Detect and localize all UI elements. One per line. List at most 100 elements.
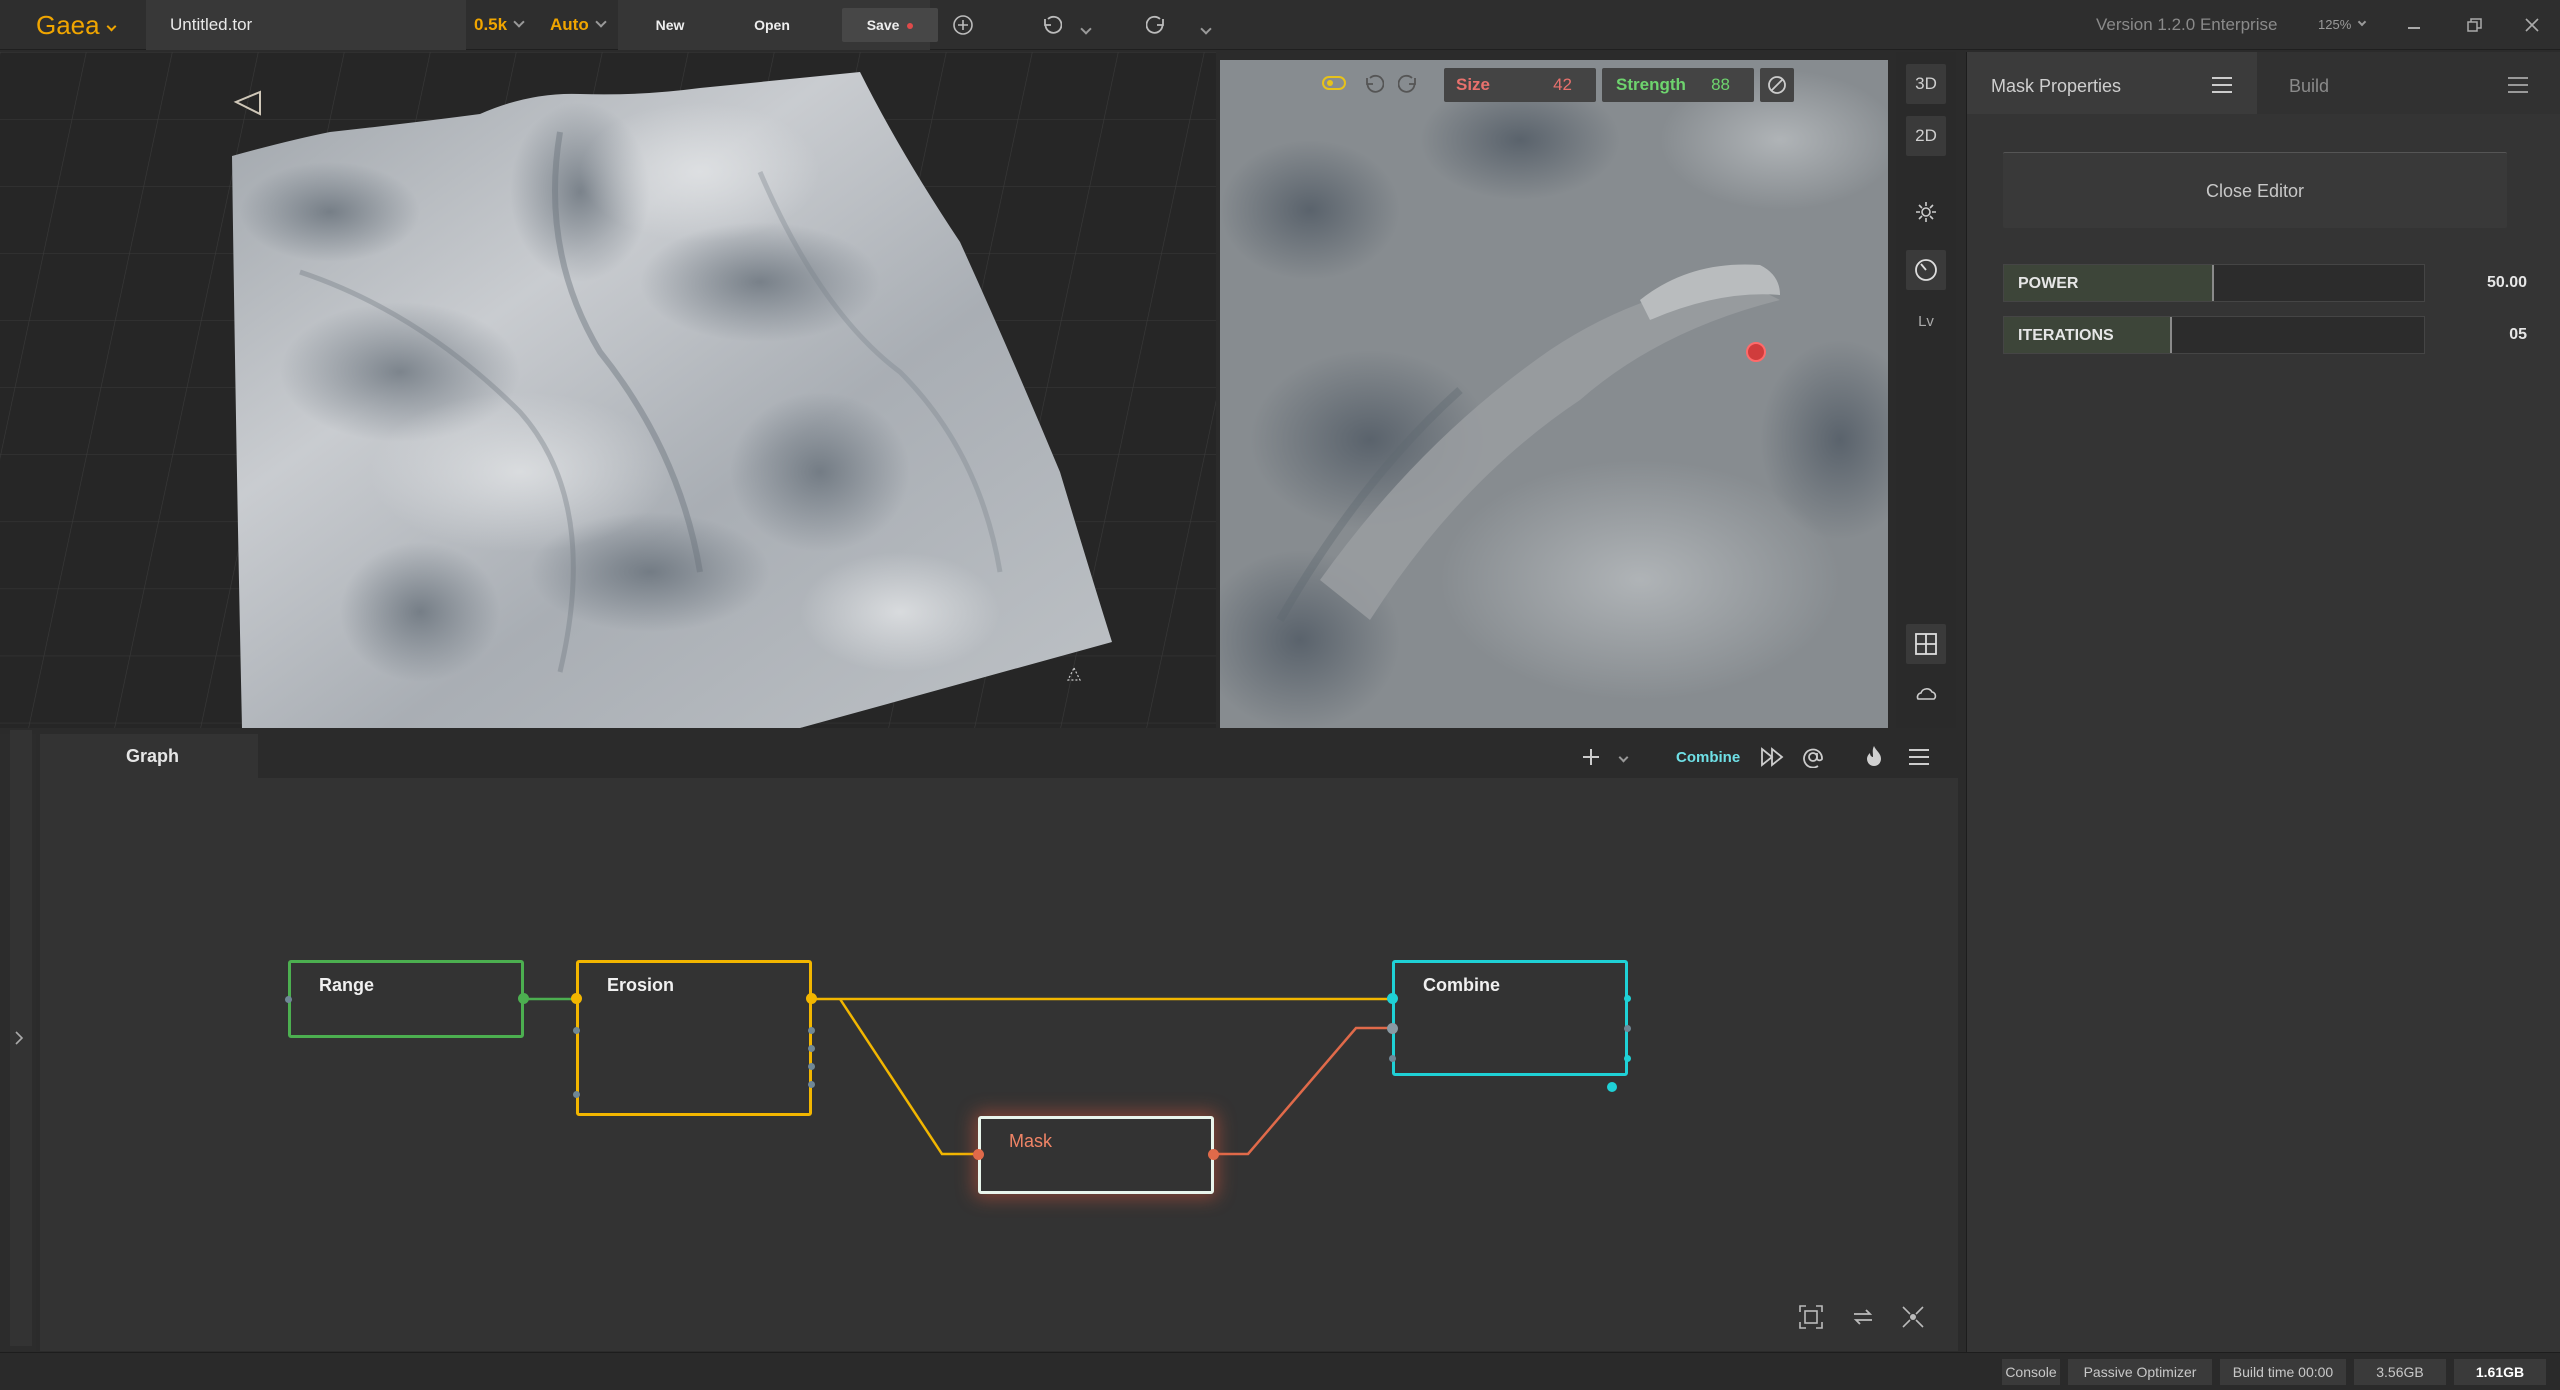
close-editor-label: Close Editor xyxy=(2205,181,2305,201)
top-bar: Gaea Untitled.tor 0.5k Auto New Open Sav… xyxy=(0,0,2560,50)
zoom-value: 125% xyxy=(2318,17,2352,32)
console-button[interactable]: Console xyxy=(2002,1359,2060,1385)
terrain-3d-view[interactable] xyxy=(0,52,1216,728)
node-combine[interactable]: Combine xyxy=(1387,960,1631,1092)
save-label: Save xyxy=(866,17,900,33)
status-bar: Console Passive Optimizer Build time 00:… xyxy=(0,1352,2560,1390)
node-mask-output-port[interactable] xyxy=(1208,1149,1219,1160)
chevron-down-icon xyxy=(106,21,117,32)
chevron-down-icon[interactable] xyxy=(1200,23,1213,35)
brush-redo-icon[interactable] xyxy=(1398,72,1420,94)
terrain-2d-view[interactable] xyxy=(1220,60,1888,728)
file-tab[interactable]: Untitled.tor xyxy=(146,0,466,50)
levels-button[interactable]: Lv xyxy=(1906,302,1946,342)
resolution-dropdown[interactable]: 0.5k xyxy=(474,0,525,50)
clear-mask-button[interactable] xyxy=(1760,68,1794,102)
brush-undo-icon[interactable] xyxy=(1362,72,1384,94)
build-mode-dropdown[interactable]: Auto xyxy=(550,0,607,50)
view-2d-button[interactable]: 2D xyxy=(1906,116,1946,156)
light-direction-icon[interactable] xyxy=(1066,666,1082,682)
redo-icon[interactable] xyxy=(1146,13,1168,35)
menu-icon[interactable] xyxy=(2507,76,2529,94)
node-erosion-output-4-port[interactable] xyxy=(808,1063,815,1070)
viewport-3d[interactable] xyxy=(0,52,1216,728)
node-erosion-output-5-port[interactable] xyxy=(808,1081,815,1088)
camera-icon[interactable] xyxy=(232,88,264,118)
cloud-icon[interactable] xyxy=(1914,684,1938,704)
chevron-down-icon xyxy=(595,16,607,28)
chevron-down-icon[interactable] xyxy=(1080,23,1092,35)
node-mask-input-port[interactable] xyxy=(973,1149,984,1160)
brush-strength-value: 88 xyxy=(1711,75,1730,94)
sun-icon[interactable] xyxy=(1914,200,1938,224)
viewport-2d[interactable]: Size 42 Strength 88 xyxy=(1220,60,1888,728)
open-button[interactable]: Open xyxy=(732,8,812,42)
node-erosion-extra-port[interactable] xyxy=(573,1091,580,1098)
node-erosion-output-port[interactable] xyxy=(806,993,817,1004)
node-combine-output-3-port[interactable] xyxy=(1624,1055,1631,1062)
node-range[interactable]: Range xyxy=(285,960,529,1038)
gauge-icon xyxy=(1915,259,1937,281)
add-circle-icon[interactable] xyxy=(952,14,974,36)
node-combine-bottom-port[interactable] xyxy=(1607,1082,1617,1092)
brush-strength-label: Strength xyxy=(1616,75,1686,94)
node-erosion-output-2-port[interactable] xyxy=(808,1027,815,1034)
tab-build[interactable]: Build xyxy=(2257,52,2560,114)
brush-size-label: Size xyxy=(1456,75,1491,94)
param-value[interactable]: 05 xyxy=(2509,316,2527,354)
node-erosion[interactable]: Erosion xyxy=(571,960,817,1116)
node-erosion-output-3-port[interactable] xyxy=(808,1045,815,1052)
clear-icon xyxy=(1768,76,1786,94)
brush-size-value: 42 xyxy=(1553,75,1572,94)
app-name: Gaea xyxy=(36,10,100,40)
node-erosion-input-port[interactable] xyxy=(571,993,582,1004)
save-button[interactable]: Save xyxy=(842,8,938,42)
close-icon[interactable] xyxy=(2524,17,2540,33)
node-combine-output-2-port[interactable] xyxy=(1624,1025,1631,1032)
node-erosion-title: Erosion xyxy=(607,975,675,995)
new-button[interactable]: New xyxy=(630,8,710,42)
brush-strength-field[interactable]: Strength 88 xyxy=(1602,68,1754,102)
node-combine-mask-port[interactable] xyxy=(1389,1055,1396,1062)
graph-wires xyxy=(520,997,1394,1156)
version-label: Version 1.2.0 Enterprise xyxy=(2096,15,2278,34)
grid-button[interactable] xyxy=(1906,624,1946,664)
left-collapse-strip xyxy=(0,730,36,1351)
gauge-button[interactable] xyxy=(1906,250,1946,290)
param-slider-iterations[interactable]: ITERATIONS xyxy=(2003,316,2425,354)
param-slider-power[interactable]: POWER xyxy=(2003,264,2425,302)
chevron-right-icon[interactable] xyxy=(14,1030,24,1046)
node-combine-input-2-port[interactable] xyxy=(1387,1023,1398,1034)
app-menu[interactable]: Gaea xyxy=(36,0,117,50)
passive-optimizer-button[interactable]: Passive Optimizer xyxy=(2068,1359,2212,1385)
brush-toggle-icon[interactable] xyxy=(1322,76,1346,90)
refresh-icon[interactable] xyxy=(1850,1304,1876,1330)
node-erosion-mask-port[interactable] xyxy=(573,1027,580,1034)
undo-icon[interactable] xyxy=(1040,13,1062,35)
tab-mask-properties-label: Mask Properties xyxy=(1991,76,2122,96)
node-combine-output-port[interactable] xyxy=(1624,995,1631,1002)
minimize-icon[interactable] xyxy=(2408,27,2420,29)
brush-cursor-icon xyxy=(1746,342,1766,362)
node-combine-input-port[interactable] xyxy=(1387,993,1398,1004)
restore-icon[interactable] xyxy=(2467,18,2483,32)
node-combine-title: Combine xyxy=(1423,975,1501,995)
tab-mask-properties[interactable]: Mask Properties xyxy=(1967,52,2257,114)
menu-icon[interactable] xyxy=(2211,76,2233,94)
param-value[interactable]: 50.00 xyxy=(2487,264,2527,302)
grid-icon xyxy=(1915,633,1937,655)
node-range-title: Range xyxy=(319,975,375,995)
close-editor-button[interactable]: Close Editor xyxy=(2003,152,2507,228)
graph-panel[interactable]: Graph Combine Range Erosion Mask Combine xyxy=(40,734,1958,1351)
view-3d-button[interactable]: 3D xyxy=(1906,64,1946,104)
node-mask[interactable]: Mask xyxy=(973,1116,1219,1194)
brush-size-field[interactable]: Size 42 xyxy=(1444,68,1596,102)
fit-view-icon[interactable] xyxy=(1798,1304,1824,1330)
node-range-input-port[interactable] xyxy=(285,996,292,1003)
brush-toolbar: Size 42 Strength 88 xyxy=(1220,60,1888,108)
unsaved-dot-icon xyxy=(907,23,914,29)
view-tools: 3D 2D Lv xyxy=(1896,52,1956,728)
zoom-dropdown[interactable]: 125% xyxy=(2318,0,2367,50)
auto-layout-icon[interactable] xyxy=(1900,1304,1926,1330)
node-range-output-port[interactable] xyxy=(518,993,529,1004)
